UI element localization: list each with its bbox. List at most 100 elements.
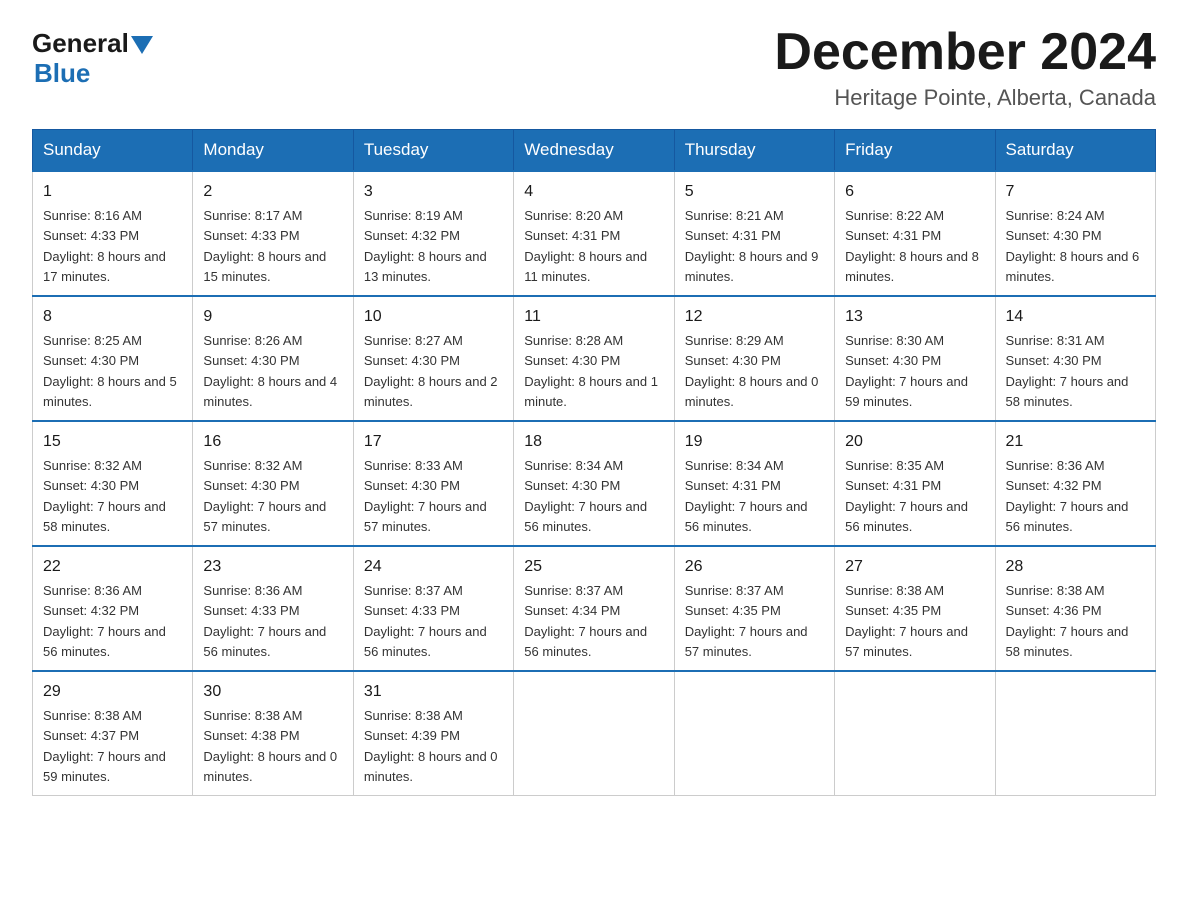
day-info: Sunrise: 8:20 AMSunset: 4:31 PMDaylight:…: [524, 208, 647, 284]
calendar-cell: 26 Sunrise: 8:37 AMSunset: 4:35 PMDaylig…: [674, 546, 834, 671]
week-row-4: 22 Sunrise: 8:36 AMSunset: 4:32 PMDaylig…: [33, 546, 1156, 671]
calendar-title: December 2024: [774, 24, 1156, 81]
logo-general-text: General: [32, 30, 129, 56]
day-info: Sunrise: 8:34 AMSunset: 4:30 PMDaylight:…: [524, 458, 647, 534]
calendar-cell: 18 Sunrise: 8:34 AMSunset: 4:30 PMDaylig…: [514, 421, 674, 546]
day-info: Sunrise: 8:36 AMSunset: 4:32 PMDaylight:…: [1006, 458, 1129, 534]
calendar-cell: 31 Sunrise: 8:38 AMSunset: 4:39 PMDaylig…: [353, 671, 513, 796]
col-header-tuesday: Tuesday: [353, 130, 513, 172]
calendar-cell: 7 Sunrise: 8:24 AMSunset: 4:30 PMDayligh…: [995, 171, 1155, 296]
day-number: 13: [845, 305, 984, 329]
calendar-cell: 13 Sunrise: 8:30 AMSunset: 4:30 PMDaylig…: [835, 296, 995, 421]
day-info: Sunrise: 8:32 AMSunset: 4:30 PMDaylight:…: [43, 458, 166, 534]
day-number: 20: [845, 430, 984, 454]
day-info: Sunrise: 8:36 AMSunset: 4:33 PMDaylight:…: [203, 583, 326, 659]
calendar-header-row: SundayMondayTuesdayWednesdayThursdayFrid…: [33, 130, 1156, 172]
day-info: Sunrise: 8:38 AMSunset: 4:35 PMDaylight:…: [845, 583, 968, 659]
day-number: 14: [1006, 305, 1145, 329]
day-number: 10: [364, 305, 503, 329]
calendar-cell: 21 Sunrise: 8:36 AMSunset: 4:32 PMDaylig…: [995, 421, 1155, 546]
day-info: Sunrise: 8:26 AMSunset: 4:30 PMDaylight:…: [203, 333, 337, 409]
calendar-cell: 17 Sunrise: 8:33 AMSunset: 4:30 PMDaylig…: [353, 421, 513, 546]
calendar-cell: 25 Sunrise: 8:37 AMSunset: 4:34 PMDaylig…: [514, 546, 674, 671]
calendar-cell: 16 Sunrise: 8:32 AMSunset: 4:30 PMDaylig…: [193, 421, 353, 546]
day-info: Sunrise: 8:19 AMSunset: 4:32 PMDaylight:…: [364, 208, 487, 284]
day-number: 1: [43, 180, 182, 204]
calendar-cell: 3 Sunrise: 8:19 AMSunset: 4:32 PMDayligh…: [353, 171, 513, 296]
calendar-cell: 12 Sunrise: 8:29 AMSunset: 4:30 PMDaylig…: [674, 296, 834, 421]
day-number: 31: [364, 680, 503, 704]
day-number: 22: [43, 555, 182, 579]
calendar-cell: [514, 671, 674, 796]
day-info: Sunrise: 8:33 AMSunset: 4:30 PMDaylight:…: [364, 458, 487, 534]
calendar-cell: [674, 671, 834, 796]
calendar-cell: 22 Sunrise: 8:36 AMSunset: 4:32 PMDaylig…: [33, 546, 193, 671]
day-info: Sunrise: 8:36 AMSunset: 4:32 PMDaylight:…: [43, 583, 166, 659]
calendar-cell: 9 Sunrise: 8:26 AMSunset: 4:30 PMDayligh…: [193, 296, 353, 421]
day-info: Sunrise: 8:30 AMSunset: 4:30 PMDaylight:…: [845, 333, 968, 409]
calendar-cell: 20 Sunrise: 8:35 AMSunset: 4:31 PMDaylig…: [835, 421, 995, 546]
day-number: 28: [1006, 555, 1145, 579]
calendar-cell: 10 Sunrise: 8:27 AMSunset: 4:30 PMDaylig…: [353, 296, 513, 421]
day-number: 17: [364, 430, 503, 454]
day-number: 30: [203, 680, 342, 704]
day-number: 27: [845, 555, 984, 579]
day-number: 19: [685, 430, 824, 454]
day-info: Sunrise: 8:38 AMSunset: 4:37 PMDaylight:…: [43, 708, 166, 784]
calendar-cell: 19 Sunrise: 8:34 AMSunset: 4:31 PMDaylig…: [674, 421, 834, 546]
day-info: Sunrise: 8:38 AMSunset: 4:36 PMDaylight:…: [1006, 583, 1129, 659]
logo-blue-text: Blue: [34, 58, 90, 88]
calendar-cell: 30 Sunrise: 8:38 AMSunset: 4:38 PMDaylig…: [193, 671, 353, 796]
page-header: General Blue December 2024 Heritage Poin…: [32, 24, 1156, 111]
calendar-cell: 23 Sunrise: 8:36 AMSunset: 4:33 PMDaylig…: [193, 546, 353, 671]
day-info: Sunrise: 8:27 AMSunset: 4:30 PMDaylight:…: [364, 333, 498, 409]
day-info: Sunrise: 8:32 AMSunset: 4:30 PMDaylight:…: [203, 458, 326, 534]
week-row-1: 1 Sunrise: 8:16 AMSunset: 4:33 PMDayligh…: [33, 171, 1156, 296]
calendar-cell: 8 Sunrise: 8:25 AMSunset: 4:30 PMDayligh…: [33, 296, 193, 421]
calendar-cell: [835, 671, 995, 796]
day-number: 16: [203, 430, 342, 454]
day-number: 3: [364, 180, 503, 204]
calendar-subtitle: Heritage Pointe, Alberta, Canada: [774, 85, 1156, 111]
day-info: Sunrise: 8:25 AMSunset: 4:30 PMDaylight:…: [43, 333, 177, 409]
week-row-5: 29 Sunrise: 8:38 AMSunset: 4:37 PMDaylig…: [33, 671, 1156, 796]
day-number: 11: [524, 305, 663, 329]
logo: General Blue: [32, 24, 155, 89]
day-number: 18: [524, 430, 663, 454]
day-number: 26: [685, 555, 824, 579]
day-number: 7: [1006, 180, 1145, 204]
day-info: Sunrise: 8:34 AMSunset: 4:31 PMDaylight:…: [685, 458, 808, 534]
day-number: 9: [203, 305, 342, 329]
day-number: 8: [43, 305, 182, 329]
calendar-cell: 14 Sunrise: 8:31 AMSunset: 4:30 PMDaylig…: [995, 296, 1155, 421]
day-info: Sunrise: 8:35 AMSunset: 4:31 PMDaylight:…: [845, 458, 968, 534]
col-header-saturday: Saturday: [995, 130, 1155, 172]
calendar-cell: 27 Sunrise: 8:38 AMSunset: 4:35 PMDaylig…: [835, 546, 995, 671]
day-info: Sunrise: 8:38 AMSunset: 4:39 PMDaylight:…: [364, 708, 498, 784]
day-info: Sunrise: 8:37 AMSunset: 4:34 PMDaylight:…: [524, 583, 647, 659]
calendar-cell: 1 Sunrise: 8:16 AMSunset: 4:33 PMDayligh…: [33, 171, 193, 296]
day-info: Sunrise: 8:29 AMSunset: 4:30 PMDaylight:…: [685, 333, 819, 409]
day-info: Sunrise: 8:37 AMSunset: 4:33 PMDaylight:…: [364, 583, 487, 659]
day-info: Sunrise: 8:31 AMSunset: 4:30 PMDaylight:…: [1006, 333, 1129, 409]
calendar-cell: 11 Sunrise: 8:28 AMSunset: 4:30 PMDaylig…: [514, 296, 674, 421]
day-info: Sunrise: 8:16 AMSunset: 4:33 PMDaylight:…: [43, 208, 166, 284]
logo-triangle-icon: [131, 36, 153, 54]
calendar-cell: [995, 671, 1155, 796]
calendar-table: SundayMondayTuesdayWednesdayThursdayFrid…: [32, 129, 1156, 796]
day-info: Sunrise: 8:24 AMSunset: 4:30 PMDaylight:…: [1006, 208, 1140, 284]
day-number: 6: [845, 180, 984, 204]
day-number: 4: [524, 180, 663, 204]
day-info: Sunrise: 8:37 AMSunset: 4:35 PMDaylight:…: [685, 583, 808, 659]
col-header-sunday: Sunday: [33, 130, 193, 172]
col-header-monday: Monday: [193, 130, 353, 172]
day-number: 21: [1006, 430, 1145, 454]
day-info: Sunrise: 8:28 AMSunset: 4:30 PMDaylight:…: [524, 333, 658, 409]
col-header-friday: Friday: [835, 130, 995, 172]
day-number: 15: [43, 430, 182, 454]
calendar-cell: 15 Sunrise: 8:32 AMSunset: 4:30 PMDaylig…: [33, 421, 193, 546]
calendar-cell: 24 Sunrise: 8:37 AMSunset: 4:33 PMDaylig…: [353, 546, 513, 671]
day-number: 2: [203, 180, 342, 204]
day-number: 24: [364, 555, 503, 579]
col-header-thursday: Thursday: [674, 130, 834, 172]
